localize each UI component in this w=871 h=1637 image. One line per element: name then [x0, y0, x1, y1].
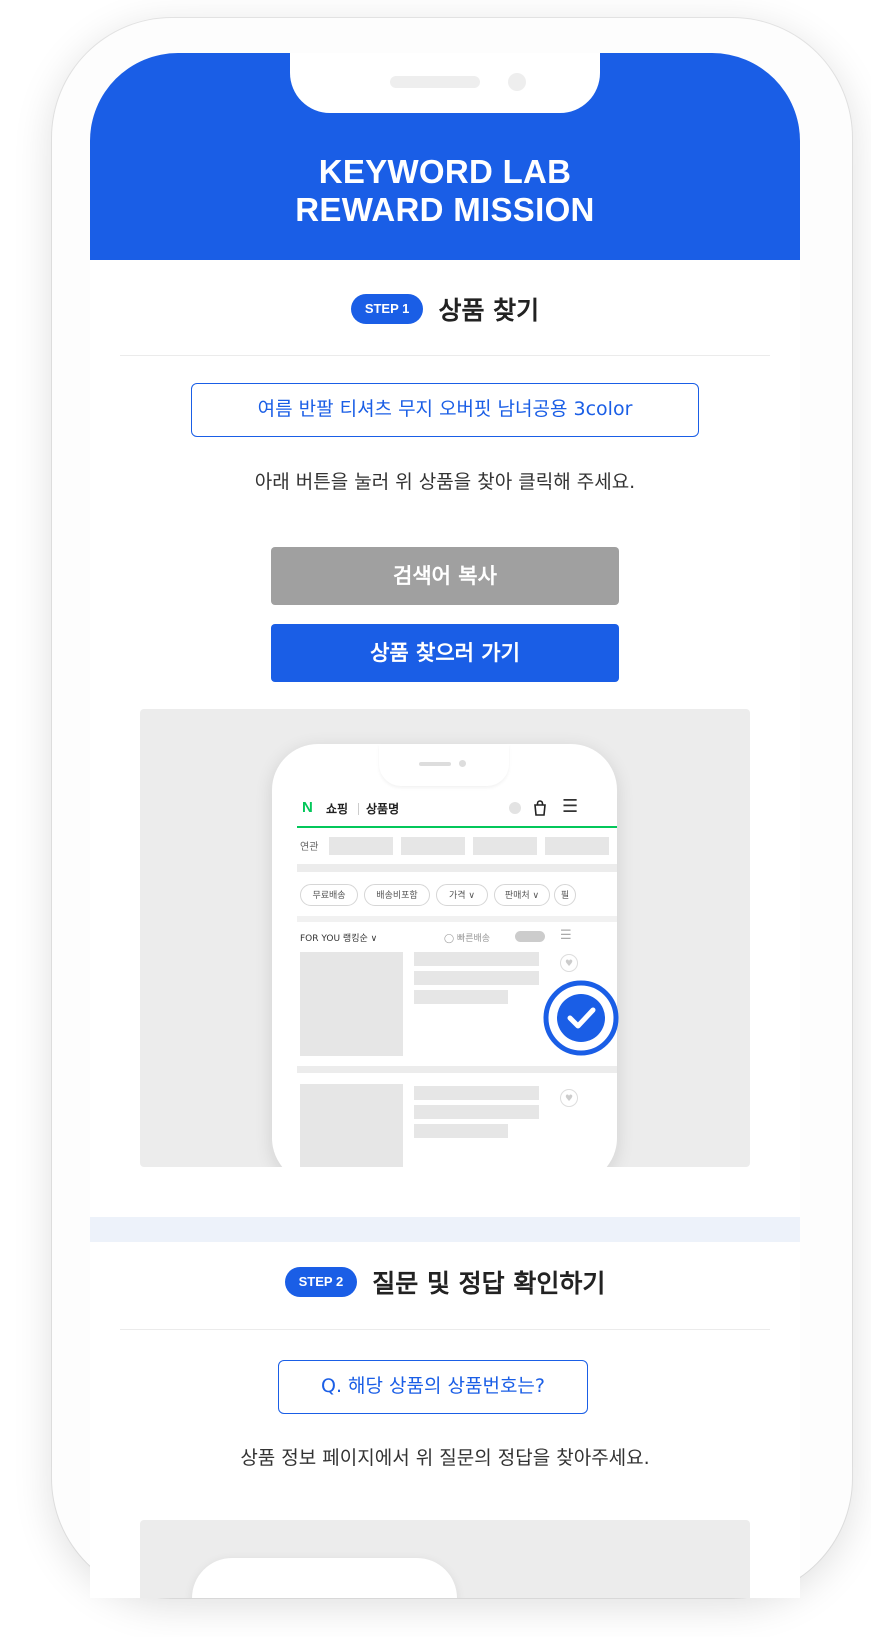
heart-icon: ♥ [560, 954, 578, 972]
step1-badge: STEP 1 [350, 294, 424, 324]
related-chip [401, 837, 465, 855]
phone-notch [290, 53, 600, 113]
product-name-query: 상품명 [366, 802, 400, 816]
section-band [297, 864, 617, 872]
product-text-line [414, 971, 539, 985]
copy-keyword-button[interactable]: 검색어 복사 [271, 547, 619, 605]
search-keyword-box: 여름 반팔 티셔츠 무지 오버핏 남녀공용 3color [191, 383, 699, 437]
toggle-pill [515, 931, 545, 942]
related-chip [473, 837, 537, 855]
heart-icon: ♥ [560, 1089, 578, 1107]
filter-chip: 배송비포함 [364, 884, 430, 906]
step1-illustration: N 쇼핑 상품명 ☰ 연관 무료배송 배송비포함 가격 ∨ 판매처 ∨ 필 FO… [140, 709, 750, 1167]
step2-title: 질문 및 정답 확인하기 [372, 1269, 606, 1298]
phone-screen: KEYWORD LAB REWARD MISSION STEP 1 상품 찾기 … [90, 53, 800, 1598]
naver-logo: N [302, 799, 313, 816]
illustration-camera [459, 760, 466, 767]
list-view-icon: ☰ [560, 928, 572, 943]
section-band [297, 1066, 617, 1073]
fast-delivery-label: ◯ 빠른배송 [444, 934, 491, 944]
step2-heading: STEP 2 질문 및 정답 확인하기 [90, 1264, 800, 1300]
product-text-line [414, 952, 539, 966]
shopping-label: 쇼핑 [326, 802, 349, 816]
illustration-speaker [419, 762, 451, 766]
product-text-line [414, 1124, 508, 1138]
product-text-line [414, 1105, 539, 1119]
related-chip [329, 837, 393, 855]
go-find-product-button[interactable]: 상품 찾으러 가기 [271, 624, 619, 682]
step2-illustration [140, 1520, 750, 1598]
related-label: 연관 [300, 842, 319, 853]
step1-instruction: 아래 버튼을 눌러 위 상품을 찾아 클릭해 주세요. [254, 471, 636, 493]
check-circle-icon [543, 980, 619, 1056]
speaker-grill [390, 76, 480, 88]
section-band [297, 916, 617, 922]
step2-divider [120, 1329, 770, 1330]
mission-title-line1: KEYWORD LAB [318, 153, 572, 190]
step1-heading: STEP 1 상품 찾기 [90, 291, 800, 327]
step2-instruction: 상품 정보 페이지에서 위 질문의 정답을 찾아주세요. [240, 1447, 650, 1469]
front-camera [508, 73, 526, 91]
filter-chip: 필 [554, 884, 576, 906]
sort-label: FOR YOU 랭킹순 ∨ [300, 934, 378, 944]
product-thumbnail [300, 952, 403, 1056]
step1-divider [120, 355, 770, 356]
hamburger-menu-icon: ☰ [562, 796, 579, 817]
mission-title-line2: REWARD MISSION [295, 191, 595, 228]
shopping-bag-icon [532, 799, 548, 820]
product-thumbnail [300, 1084, 403, 1167]
header-separator [358, 803, 359, 815]
illustration-phone [192, 1558, 457, 1598]
step2-badge: STEP 2 [284, 1267, 358, 1297]
section-separator [90, 1217, 800, 1242]
filter-chip: 무료배송 [300, 884, 358, 906]
illustration-notch [379, 744, 509, 786]
product-text-line [414, 1086, 539, 1100]
step1-title: 상품 찾기 [438, 296, 540, 325]
related-chip [545, 837, 609, 855]
product-text-line [414, 990, 508, 1004]
illustration-phone: N 쇼핑 상품명 ☰ 연관 무료배송 배송비포함 가격 ∨ 판매처 ∨ 필 FO… [272, 744, 617, 1167]
filter-chip: 가격 ∨ [436, 884, 488, 906]
question-box: Q. 해당 상품의 상품번호는? [278, 1360, 588, 1414]
clear-icon [509, 802, 521, 814]
mission-title: KEYWORD LAB REWARD MISSION [90, 153, 800, 229]
filter-chip: 판매처 ∨ [494, 884, 550, 906]
search-underline [297, 826, 617, 828]
